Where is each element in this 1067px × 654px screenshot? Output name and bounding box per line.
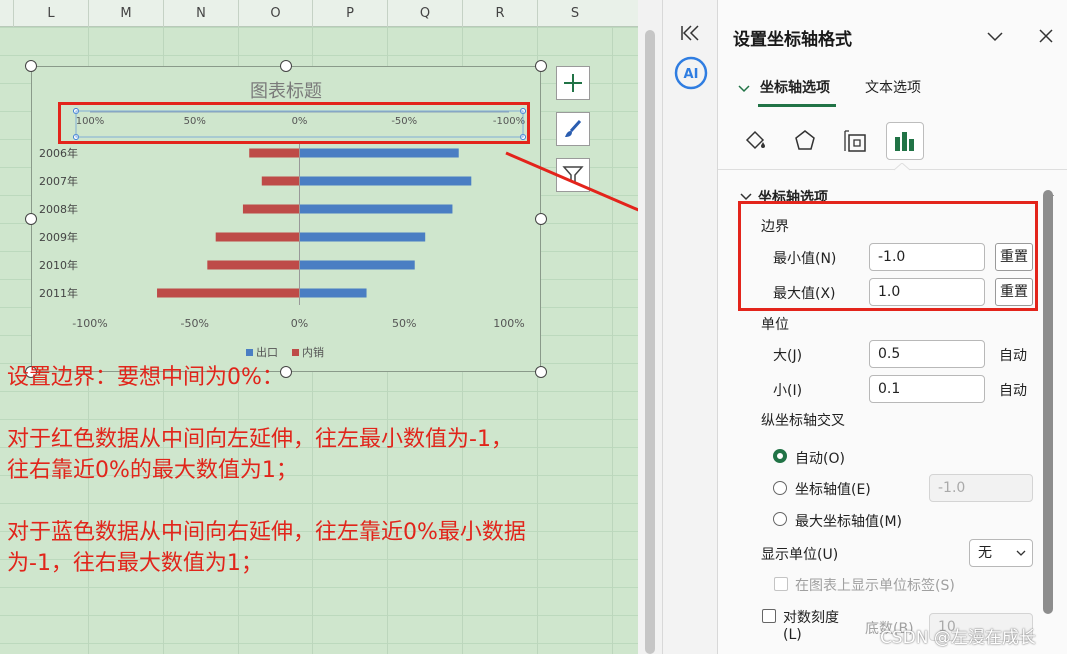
note-line: 往右靠近0%的最大数值为1； [7, 458, 298, 483]
size-icon [844, 130, 866, 152]
svg-text:AI: AI [684, 67, 699, 82]
display-units-label: 显示单位(U) [761, 547, 839, 563]
chevron-down-icon[interactable] [986, 29, 1004, 43]
display-units-select[interactable]: 无 [969, 539, 1033, 567]
auto-label[interactable]: 自动 [999, 345, 1027, 365]
note-line: 对于红色数据从中间向左延伸，往左最小数值为-1， [7, 427, 513, 452]
effects-tab[interactable] [786, 122, 824, 160]
ai-icon[interactable]: AI [674, 56, 708, 90]
major-unit-label: 大(J) [773, 348, 803, 364]
chevron-down-icon [1016, 550, 1026, 556]
major-unit-input[interactable]: 0.5 [869, 340, 985, 368]
cross-auto-radio[interactable] [773, 449, 787, 463]
explanation-note: 设置边界：要想中间为0%： 对于红色数据从中间向左延伸，往左最小数值为-1， 往… [7, 362, 637, 579]
panel-scrollbar-thumb[interactable] [1043, 190, 1053, 614]
collapse-icon[interactable] [679, 24, 701, 42]
sheet-scrollbar-thumb[interactable] [645, 30, 655, 654]
show-units-label: 在图表上显示单位标签(S) [795, 578, 955, 594]
side-rail: AI [662, 0, 718, 654]
close-icon[interactable] [1038, 28, 1054, 44]
cross-auto-label[interactable]: 自动(O) [795, 448, 845, 468]
display-units-value: 无 [978, 545, 992, 561]
highlight-box [738, 201, 1038, 311]
paint-bucket-icon [745, 130, 765, 150]
note-line: 为-1，往右最大数值为1； [7, 551, 263, 576]
cross-value-input[interactable]: -1.0 [929, 474, 1033, 502]
minor-unit-input[interactable]: 0.1 [869, 375, 985, 403]
axis-options-tab[interactable] [886, 122, 924, 160]
watermark: CSDN @左漫在成长 [880, 628, 1036, 648]
section-header[interactable]: 坐标轴选项 [758, 187, 828, 201]
active-tab-underline [758, 104, 836, 107]
panel-title: 设置坐标轴格式 [733, 30, 852, 50]
note-line: 设置边界：要想中间为0%： [7, 365, 284, 390]
size-properties-tab[interactable] [836, 122, 874, 160]
format-axis-panel: 设置坐标轴格式 坐标轴选项 文本选项 坐标轴选项 边界 最小值(N) -1.0 … [718, 0, 1067, 654]
cross-max-radio[interactable] [773, 512, 787, 526]
vertical-axis-cross-label: 纵坐标轴交叉 [761, 413, 845, 429]
cross-value-label[interactable]: 坐标轴值(E) [795, 479, 871, 499]
chevron-down-icon [738, 85, 750, 93]
fill-line-tab[interactable] [736, 122, 774, 160]
note-line: 对于蓝色数据从中间向右延伸，往左靠近0%最小数据 [7, 520, 526, 545]
log-scale-checkbox[interactable] [762, 609, 776, 623]
log-scale-label[interactable]: 对数刻度 [783, 607, 839, 627]
bar-chart-icon [895, 132, 914, 151]
minor-unit-label: 小(I) [773, 383, 803, 399]
pentagon-icon [795, 130, 815, 150]
tab-text-options[interactable]: 文本选项 [865, 77, 921, 97]
units-label: 单位 [761, 317, 789, 333]
chevron-down-icon [740, 193, 752, 201]
cross-value-radio[interactable] [773, 481, 787, 495]
tab-axis-options[interactable]: 坐标轴选项 [760, 77, 830, 97]
cross-max-label[interactable]: 最大坐标轴值(M) [795, 511, 902, 531]
show-units-checkbox[interactable] [774, 577, 788, 591]
log-scale-label[interactable]: (L) [783, 627, 802, 643]
auto-label[interactable]: 自动 [999, 380, 1027, 400]
